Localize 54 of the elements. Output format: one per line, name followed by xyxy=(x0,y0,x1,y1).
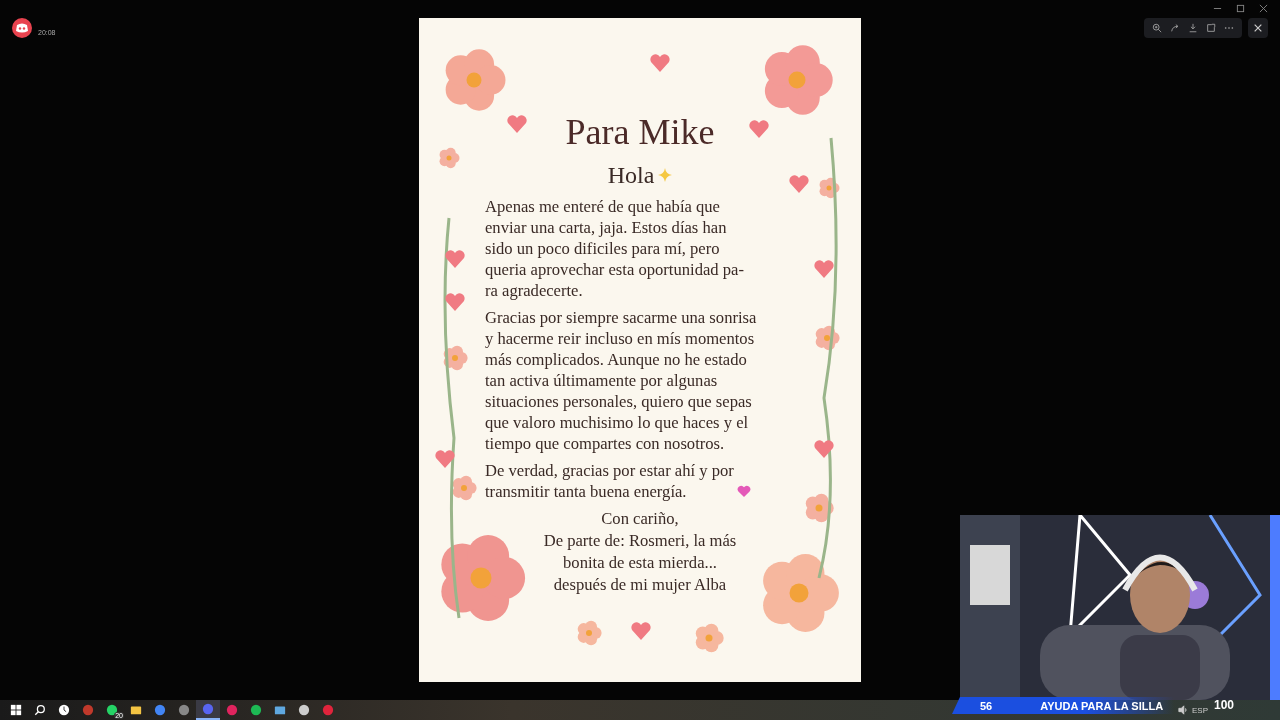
search-icon xyxy=(34,704,46,716)
clock-icon xyxy=(58,704,70,716)
app-icon xyxy=(298,704,310,716)
flower-drawing xyxy=(815,325,840,351)
windows-logo-icon xyxy=(10,704,22,716)
heart-icon xyxy=(445,250,465,268)
letter-paragraph: Apenas me enteré de que había que enviar una carta, jaja. Estos días han sido un poco dificiles para mí, pero queria aprovechar esta oportunidad pa- ra agradecerte. xyxy=(485,196,744,301)
zoom-in-icon xyxy=(1152,23,1162,33)
flower-drawing xyxy=(577,620,602,646)
flower-drawing xyxy=(819,177,840,199)
letter-title: Para Mike xyxy=(565,111,715,154)
discord-logo-icon xyxy=(12,18,32,38)
flower-drawing xyxy=(764,45,833,115)
heart-icon xyxy=(650,54,670,72)
app-icon xyxy=(82,704,94,716)
app-icon xyxy=(154,704,166,716)
letter-greeting: Hola xyxy=(607,161,655,190)
goal-title: AYUDA PARA LA SILLA xyxy=(1040,699,1164,712)
open-external-icon xyxy=(1206,23,1216,33)
goal-total: 100 xyxy=(1214,698,1235,712)
forward-arrow-icon xyxy=(1170,23,1180,33)
language-indicator[interactable]: ESP xyxy=(1192,705,1208,715)
heart-icon xyxy=(631,622,651,640)
heart-icon xyxy=(814,440,834,458)
download-icon xyxy=(1188,23,1198,33)
letter-paragraph: Gracias por siempre sacarme una sonrisa y hacerme reir incluso en mís momentos más complicados. Aunque no he estado tan activa últimamente por algunas situaciones personales, quiero que sepas que valoro muchisimo lo que haces y el tiempo que compartes con nosotros. xyxy=(485,307,757,454)
window-icon xyxy=(274,704,286,716)
heart-icon xyxy=(749,120,769,138)
close-icon[interactable] xyxy=(1259,4,1268,13)
speaker-icon xyxy=(1178,705,1188,715)
app-icon xyxy=(250,704,262,716)
maximize-icon[interactable] xyxy=(1236,4,1245,13)
flower-drawing xyxy=(439,147,460,169)
flower-drawing xyxy=(452,475,477,501)
heart-icon xyxy=(435,450,455,468)
close-icon xyxy=(1253,23,1263,33)
heart-icon xyxy=(789,175,809,193)
flower-drawing xyxy=(805,493,834,523)
letter-closing: Con cariño, De parte de: Rosmeri, la más bonita de esta mierda... después de mi mujer Alba xyxy=(543,508,737,596)
goal-count: 56 xyxy=(980,699,993,712)
heart-icon xyxy=(814,260,834,278)
folder-icon xyxy=(130,704,142,716)
app-icon xyxy=(178,704,190,716)
flower-drawing xyxy=(443,345,468,371)
flower-drawing xyxy=(445,49,506,111)
close-button[interactable] xyxy=(1248,18,1268,38)
flower-drawing xyxy=(695,623,724,653)
heart-icon xyxy=(507,115,527,133)
heart-icon xyxy=(445,293,465,311)
app-icon xyxy=(322,704,334,716)
app-icon xyxy=(202,703,214,715)
letter-paragraph: De verdad, gracias por estar ahí y por transmitir tanta buena energía. xyxy=(485,460,734,502)
app-icon xyxy=(226,704,238,716)
sparkle-icon xyxy=(658,168,673,182)
